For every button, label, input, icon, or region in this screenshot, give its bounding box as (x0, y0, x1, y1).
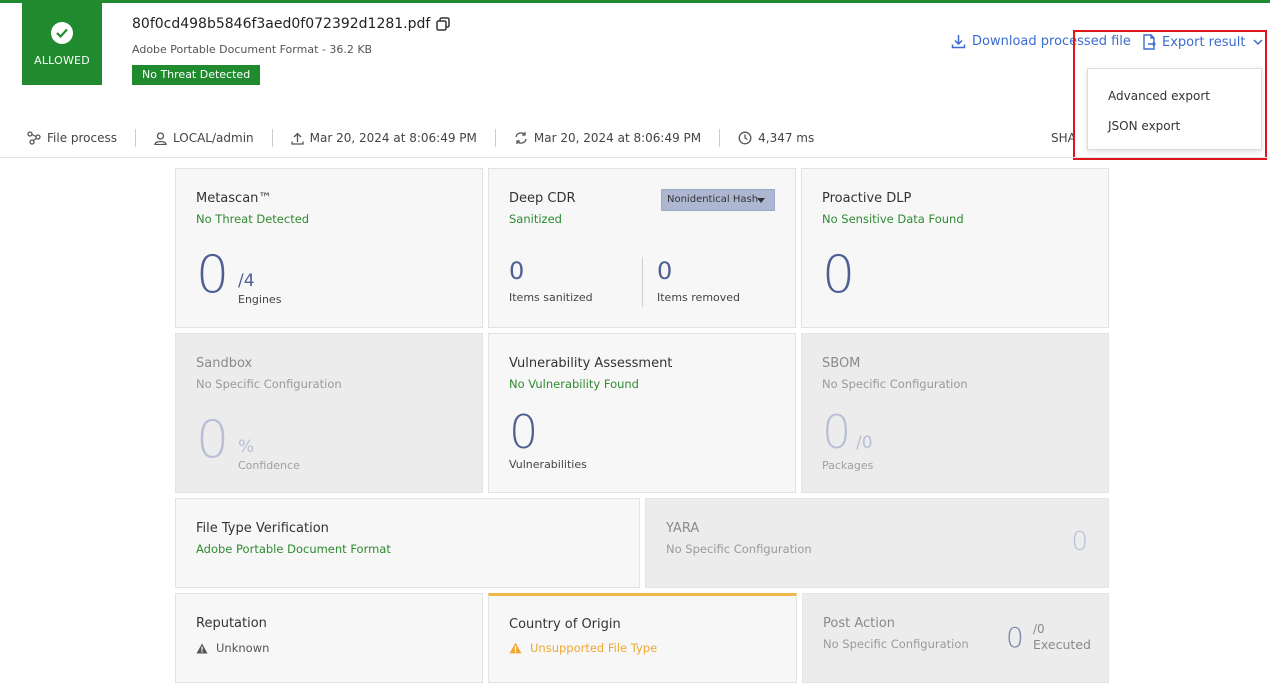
verdict-label: ALLOWED (34, 53, 90, 67)
check-circle-icon (51, 21, 73, 44)
meta-row: File process LOCAL/admin Mar 20, 2024 at… (27, 129, 832, 147)
postaction-label: Executed (1033, 637, 1091, 652)
metascan-title: Metascan™ (196, 191, 272, 206)
yara-value: 0 (1071, 527, 1088, 557)
cdr-status: Sanitized (509, 212, 562, 226)
vuln-status: No Vulnerability Found (509, 377, 639, 391)
sha-label: SHA25 (1051, 131, 1073, 145)
card-country-of-origin[interactable]: Country of Origin Unsupported File Type (488, 593, 797, 683)
sbom-status: No Specific Configuration (822, 377, 968, 391)
meta-file-process[interactable]: File process (27, 129, 135, 147)
top-accent-line (0, 0, 1270, 3)
chevron-down-icon (1253, 38, 1263, 46)
meta-duration: 4,347 ms (719, 129, 832, 147)
export-file-icon (1142, 34, 1156, 50)
metascan-denom: /4 (238, 271, 255, 291)
export-dropdown-menu: Advanced export JSON export (1087, 68, 1262, 150)
workflow-icon (27, 131, 41, 145)
sbom-value: 0 (822, 405, 852, 459)
user-icon (154, 131, 167, 145)
download-label: Download processed file (972, 34, 1131, 49)
sandbox-value: 0 (196, 410, 230, 470)
yara-title: YARA (666, 521, 700, 536)
postaction-value: 0 (1006, 621, 1024, 654)
sandbox-label: Confidence (238, 459, 300, 472)
origin-status: Unsupported File Type (530, 641, 658, 655)
postaction-denom: /0 (1033, 622, 1045, 636)
ftv-title: File Type Verification (196, 521, 329, 536)
meta-duration-label: 4,347 ms (758, 131, 815, 145)
card-yara[interactable]: YARA No Specific Configuration 0 (645, 498, 1109, 588)
clock-icon (738, 131, 752, 145)
meta-user-label: LOCAL/admin (173, 131, 254, 145)
sandbox-status: No Specific Configuration (196, 377, 342, 391)
reputation-status: Unknown (216, 641, 270, 655)
meta-uploaded-label: Mar 20, 2024 at 8:06:49 PM (309, 131, 477, 145)
meta-processed-label: Mar 20, 2024 at 8:06:49 PM (533, 131, 702, 145)
card-post-action[interactable]: Post Action No Specific Configuration 0 … (802, 593, 1109, 683)
download-processed-file-link[interactable]: Download processed file (951, 34, 1131, 49)
meta-processed: Mar 20, 2024 at 8:06:49 PM (494, 129, 719, 147)
sync-icon (514, 131, 528, 145)
card-sandbox[interactable]: Sandbox No Specific Configuration 0 % Co… (175, 333, 483, 493)
dlp-title: Proactive DLP (822, 191, 912, 206)
dlp-value: 0 (822, 245, 856, 305)
ftv-status: Adobe Portable Document Format (196, 542, 391, 556)
menu-item-advanced-export[interactable]: Advanced export (1088, 81, 1261, 111)
postaction-status: No Specific Configuration (823, 637, 969, 651)
cdr-title: Deep CDR (509, 191, 576, 206)
meta-user: LOCAL/admin (135, 129, 272, 147)
vuln-value: 0 (509, 405, 539, 459)
cdr-hash-dropdown-label: Nonidentical Hash (667, 194, 759, 205)
origin-status-row: Unsupported File Type (509, 641, 657, 655)
file-name: 80f0cd498b5846f3aed0f072392d1281.pdf (132, 16, 451, 32)
card-proactive-dlp[interactable]: Proactive DLP No Sensitive Data Found 0 (801, 168, 1109, 328)
upload-icon (290, 132, 304, 145)
metascan-status: No Threat Detected (196, 212, 310, 226)
origin-title: Country of Origin (509, 617, 621, 632)
cdr-sanitized-value: 0 (509, 257, 525, 285)
download-icon (951, 34, 966, 49)
reputation-title: Reputation (196, 616, 267, 631)
verdict-badge: ALLOWED (22, 3, 102, 85)
card-vulnerability-assessment[interactable]: Vulnerability Assessment No Vulnerabilit… (488, 333, 796, 493)
meta-file-process-label: File process (47, 131, 118, 145)
dlp-status: No Sensitive Data Found (822, 212, 964, 226)
yara-status: No Specific Configuration (666, 542, 812, 556)
sbom-title: SBOM (822, 356, 861, 371)
meta-uploaded: Mar 20, 2024 at 8:06:49 PM (271, 129, 495, 147)
card-sbom[interactable]: SBOM No Specific Configuration 0 /0 Pack… (801, 333, 1109, 493)
sandbox-unit: % (238, 437, 255, 457)
threat-status-badge: No Threat Detected (132, 65, 261, 85)
card-file-type-verification[interactable]: File Type Verification Adobe Portable Do… (175, 498, 640, 588)
reputation-status-row: Unknown (196, 641, 269, 655)
warning-icon (196, 643, 208, 654)
cdr-divider (642, 257, 643, 307)
file-name-text: 80f0cd498b5846f3aed0f072392d1281.pdf (132, 16, 431, 32)
card-deep-cdr[interactable]: Deep CDR Sanitized Nonidentical Hash 0 I… (488, 168, 796, 328)
vuln-label: Vulnerabilities (509, 458, 587, 471)
sbom-denom: /0 (856, 433, 873, 453)
file-type: Adobe Portable Document Format - 36.2 KB (132, 43, 373, 56)
cdr-hash-dropdown[interactable]: Nonidentical Hash (661, 189, 775, 211)
cdr-removed-value: 0 (657, 257, 673, 285)
sandbox-title: Sandbox (196, 356, 253, 371)
cdr-removed-label: Items removed (657, 291, 741, 304)
export-label: Export result (1162, 34, 1246, 50)
export-result-button[interactable]: Export result (1142, 34, 1263, 50)
card-metascan[interactable]: Metascan™ No Threat Detected 0 /4 Engine… (175, 168, 483, 328)
menu-item-json-export[interactable]: JSON export (1088, 111, 1261, 141)
vuln-title: Vulnerability Assessment (509, 356, 673, 371)
postaction-title: Post Action (823, 616, 896, 631)
copy-icon[interactable] (436, 17, 451, 31)
metascan-value: 0 (196, 245, 230, 305)
header-divider (0, 157, 1270, 158)
card-reputation[interactable]: Reputation Unknown (175, 593, 483, 683)
warning-icon (509, 642, 522, 654)
metascan-label: Engines (238, 293, 282, 306)
cdr-sanitized-label: Items sanitized (509, 291, 593, 304)
caret-down-icon (757, 198, 765, 203)
sbom-label: Packages (822, 459, 874, 472)
